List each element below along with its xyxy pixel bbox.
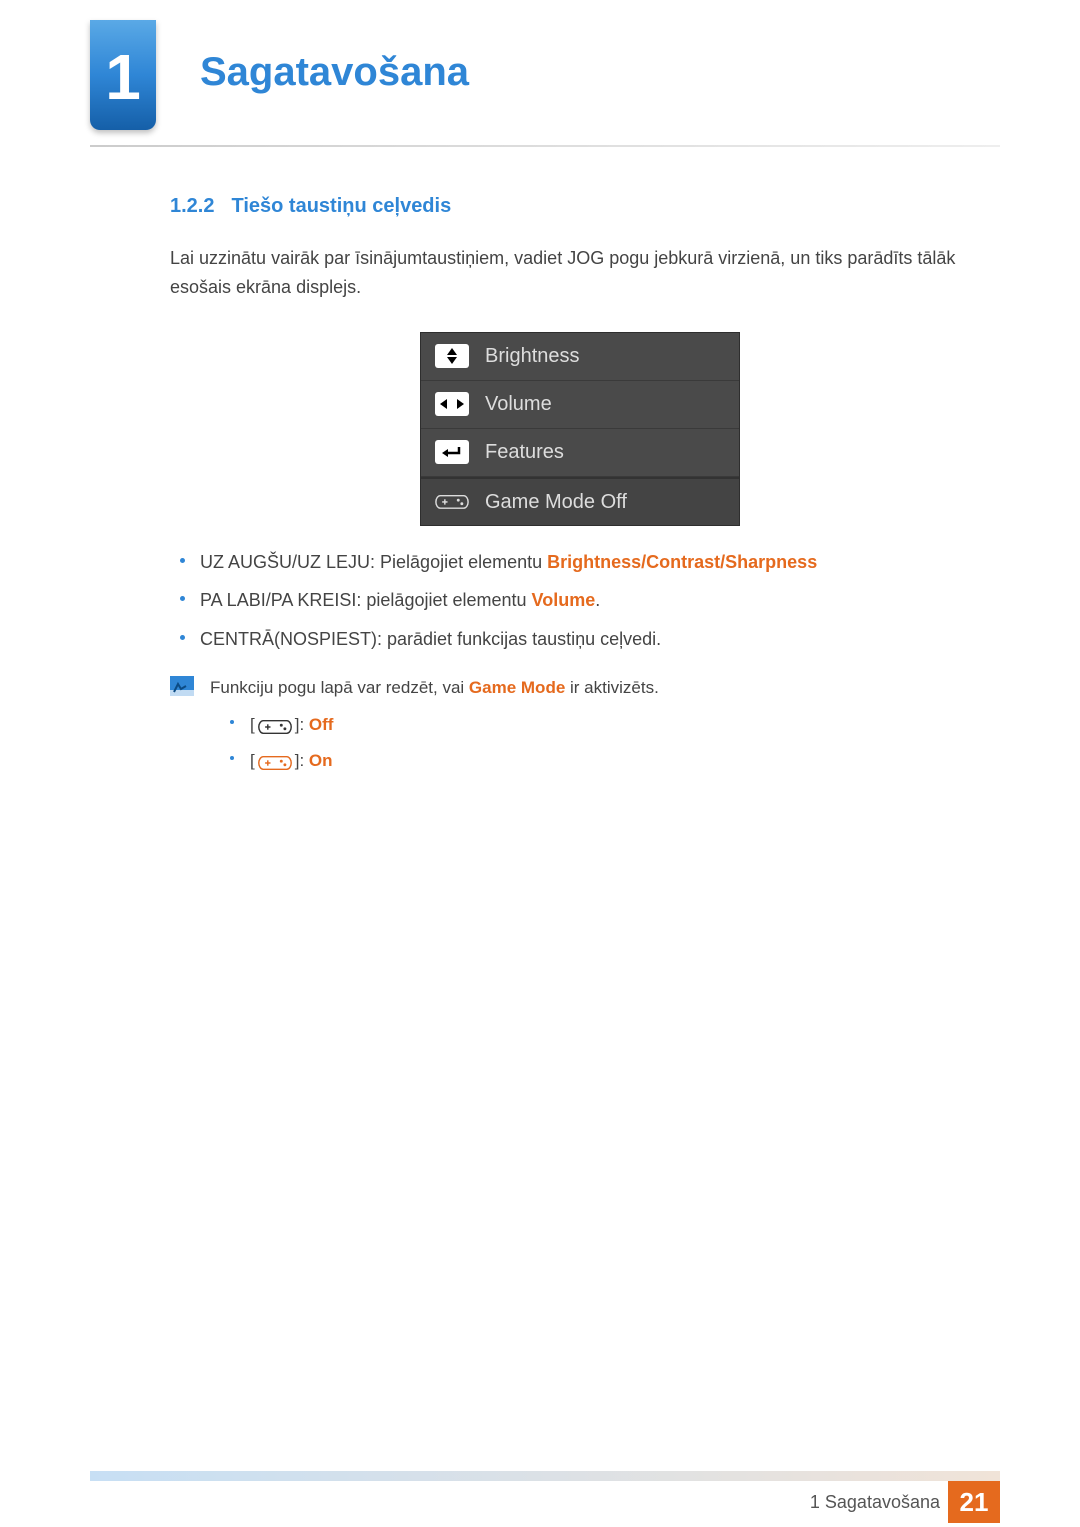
footer-page-number: 21 bbox=[948, 1481, 1000, 1523]
text: [ bbox=[250, 715, 255, 734]
chapter-number-tab: 1 bbox=[90, 20, 156, 130]
osd-panel: Brightness Volume Features bbox=[420, 332, 740, 526]
gamepad-icon bbox=[257, 748, 293, 775]
footer-divider bbox=[90, 1471, 1000, 1481]
osd-row-volume: Volume bbox=[421, 381, 739, 429]
text: UZ AUGŠU/UZ LEJU: Pielāgojiet elementu bbox=[200, 552, 547, 572]
page-header: 1 Sagatavošana bbox=[0, 20, 1080, 140]
section-number: 1.2.2 bbox=[170, 195, 214, 217]
header-divider bbox=[90, 145, 1000, 147]
text: [ bbox=[250, 751, 255, 770]
left-right-icon bbox=[435, 392, 469, 416]
highlight: Volume bbox=[532, 590, 596, 610]
osd-row-gamemode: Game Mode Off bbox=[421, 477, 739, 525]
text: ]: bbox=[295, 715, 309, 734]
note-block: Funkciju pogu lapā var redzēt, vai Game … bbox=[170, 674, 990, 783]
page-footer: 1 Sagatavošana 21 bbox=[0, 1471, 1080, 1527]
osd-row-brightness: Brightness bbox=[421, 333, 739, 381]
list-item: PA LABI/PA KREISI: pielāgojiet elementu … bbox=[170, 586, 990, 615]
note-body: Funkciju pogu lapā var redzēt, vai Game … bbox=[210, 674, 990, 783]
osd-label: Game Mode Off bbox=[485, 486, 627, 518]
gamepad-icon bbox=[257, 712, 293, 739]
intro-paragraph: Lai uzzinātu vairāk par īsinājumtaustiņi… bbox=[170, 244, 990, 302]
section-title: Tiešo taustiņu ceļvedis bbox=[232, 195, 452, 217]
osd-row-features: Features bbox=[421, 429, 739, 477]
list-item: UZ AUGŠU/UZ LEJU: Pielāgojiet elementu B… bbox=[170, 548, 990, 577]
list-item: []: Off bbox=[210, 711, 990, 739]
text: ir aktivizēts. bbox=[565, 678, 659, 697]
osd-label: Brightness bbox=[485, 340, 580, 372]
gamepad-icon bbox=[435, 490, 469, 514]
text: CENTRĀ(NOSPIEST): parādiet funkcijas tau… bbox=[200, 629, 661, 649]
osd-label: Volume bbox=[485, 388, 552, 420]
text: . bbox=[595, 590, 600, 610]
enter-icon bbox=[435, 440, 469, 464]
section-heading: 1.2.2 Tiešo taustiņu ceļvedis bbox=[170, 190, 990, 222]
text: Funkciju pogu lapā var redzēt, vai bbox=[210, 678, 469, 697]
osd-label: Features bbox=[485, 436, 564, 468]
footer-chapter-label: 1 Sagatavošana bbox=[810, 1492, 940, 1513]
note-icon bbox=[170, 676, 194, 696]
text: PA LABI/PA KREISI: pielāgojiet elementu bbox=[200, 590, 532, 610]
state-off: Off bbox=[309, 715, 334, 734]
highlight: Game Mode bbox=[469, 678, 565, 697]
state-on: On bbox=[309, 751, 333, 770]
list-item: CENTRĀ(NOSPIEST): parādiet funkcijas tau… bbox=[170, 625, 990, 654]
page-body: 1.2.2 Tiešo taustiņu ceļvedis Lai uzzinā… bbox=[170, 190, 990, 783]
highlight: Brightness/Contrast/Sharpness bbox=[547, 552, 817, 572]
chapter-title: Sagatavošana bbox=[200, 50, 469, 95]
note-sublist: []: Off []: On bbox=[210, 711, 990, 775]
text: ]: bbox=[295, 751, 309, 770]
up-down-icon bbox=[435, 344, 469, 368]
list-item: []: On bbox=[210, 747, 990, 775]
instruction-list: UZ AUGŠU/UZ LEJU: Pielāgojiet elementu B… bbox=[170, 548, 990, 654]
